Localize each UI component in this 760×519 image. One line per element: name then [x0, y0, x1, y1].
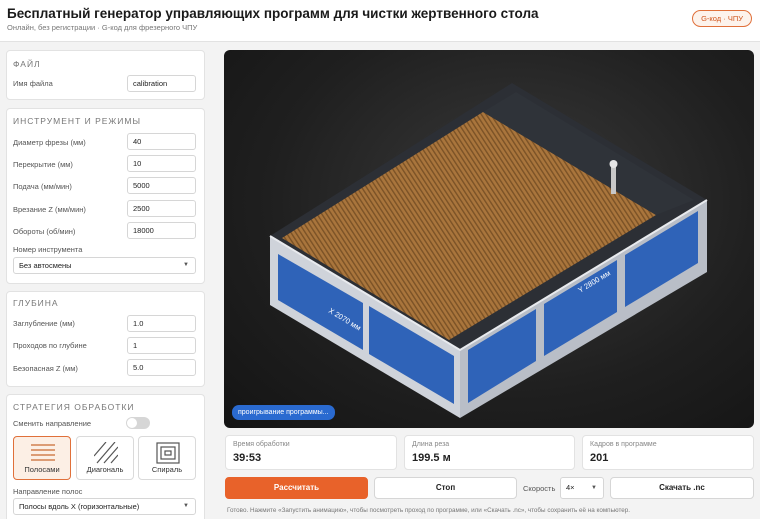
- spindle-input[interactable]: 18000: [127, 222, 196, 239]
- plunge-input[interactable]: 2500: [127, 200, 196, 217]
- overlap-label: Перекрытие (мм): [13, 160, 73, 169]
- diagonal-icon: [94, 442, 118, 464]
- reverse-direction-toggle[interactable]: [126, 417, 150, 429]
- speed-value: 4×: [566, 483, 575, 492]
- reverse-direction-label: Сменить направление: [13, 419, 92, 428]
- page-title: Бесплатный генератор управляющих програм…: [7, 6, 539, 21]
- download-nc-button[interactable]: Скачать .nc: [610, 477, 754, 499]
- safe-z-input[interactable]: 5.0: [127, 359, 196, 376]
- stat-cut-length-label: Длина реза: [412, 441, 450, 448]
- tool-number-label: Номер инструмента: [13, 245, 83, 254]
- stat-machining-time-label: Время обработки: [233, 441, 290, 448]
- cutter-diameter-label: Диаметр фрезы (мм): [13, 138, 86, 147]
- strategy-stripes-label: Полосами: [24, 465, 60, 474]
- speed-select[interactable]: 4× ▼: [560, 477, 604, 499]
- tool-number-select[interactable]: Без автосмены ▼: [13, 257, 196, 274]
- depth-section-title: ГЛУБИНА: [13, 298, 59, 308]
- stat-machining-time-value: 39:53: [233, 452, 262, 464]
- strategy-spiral-label: Спираль: [151, 465, 183, 474]
- chevron-down-icon: ▼: [591, 485, 597, 491]
- table-3d-render: X 2070 мм Y 2800 мм: [269, 83, 708, 418]
- tool-number-value: Без автосмены: [19, 261, 72, 270]
- stat-machining-time: Время обработки 39:53: [225, 435, 397, 470]
- strategy-diagonal-button[interactable]: Диагональ: [76, 436, 134, 480]
- spindle-icon: [611, 164, 616, 194]
- toggle-knob: [127, 418, 137, 428]
- tool-section-title: ИНСТРУМЕНТ И РЕЖИМЫ: [13, 116, 141, 126]
- cut-depth-label: Заглубление (мм): [13, 319, 75, 328]
- stop-button[interactable]: Стоп: [374, 477, 517, 499]
- depth-passes-input[interactable]: 1: [127, 337, 196, 354]
- file-section-title: ФАЙЛ: [13, 59, 41, 69]
- safe-z-label: Безопасная Z (мм): [13, 364, 78, 373]
- playback-status-pill: проигрывание программы...: [232, 405, 335, 420]
- cutter-diameter-input[interactable]: 40: [127, 133, 196, 150]
- filename-input[interactable]: calibration: [127, 75, 196, 92]
- stripe-direction-value: Полосы вдоль X (горизонтальные): [19, 502, 140, 511]
- plunge-label: Врезание Z (мм/мин): [13, 205, 86, 214]
- overlap-input[interactable]: 10: [127, 155, 196, 172]
- feed-label: Подача (мм/мин): [13, 182, 72, 191]
- strategy-stripes-button[interactable]: Полосами: [13, 436, 71, 480]
- stat-frame-count: Кадров в программе 201: [582, 435, 754, 470]
- stat-cut-length-value: 199.5 м: [412, 452, 451, 464]
- speed-label: Скорость: [523, 484, 556, 493]
- page-subtitle: Онлайн, без регистрации · G-код для фрез…: [7, 23, 198, 32]
- toolpath-viewer[interactable]: X 2070 мм Y 2800 мм проигрывание програм…: [224, 50, 754, 428]
- spindle-head: [609, 160, 618, 168]
- stat-frame-count-value: 201: [590, 452, 609, 464]
- cut-depth-input[interactable]: 1.0: [127, 315, 196, 332]
- stat-frame-count-label: Кадров в программе: [590, 441, 657, 448]
- stat-cut-length: Длина реза 199.5 м: [404, 435, 575, 470]
- stripes-icon: [31, 444, 55, 461]
- strategy-diagonal-label: Диагональ: [86, 465, 124, 474]
- chevron-down-icon: ▼: [183, 503, 189, 509]
- gcode-badge: G-код · ЧПУ: [692, 10, 752, 27]
- stripe-direction-label: Направление полос: [13, 487, 83, 496]
- spiral-icon: [156, 442, 180, 464]
- calculate-button[interactable]: Рассчитать: [225, 477, 368, 499]
- page-header: Бесплатный генератор управляющих програм…: [0, 0, 760, 42]
- feed-input[interactable]: 5000: [127, 177, 196, 194]
- strategy-spiral-button[interactable]: Спираль: [138, 436, 196, 480]
- stripe-direction-select[interactable]: Полосы вдоль X (горизонтальные) ▼: [13, 498, 196, 515]
- strategy-section-title: СТРАТЕГИЯ ОБРАБОТКИ: [13, 402, 135, 412]
- depth-passes-label: Проходов по глубине: [13, 341, 87, 350]
- filename-label: Имя файла: [13, 79, 53, 88]
- status-message: Готово. Нажмите «Запустить анимацию», чт…: [227, 507, 631, 514]
- spindle-label: Обороты (об/мин): [13, 227, 76, 236]
- chevron-down-icon: ▼: [183, 262, 189, 268]
- app-root: Бесплатный генератор управляющих програм…: [0, 0, 760, 519]
